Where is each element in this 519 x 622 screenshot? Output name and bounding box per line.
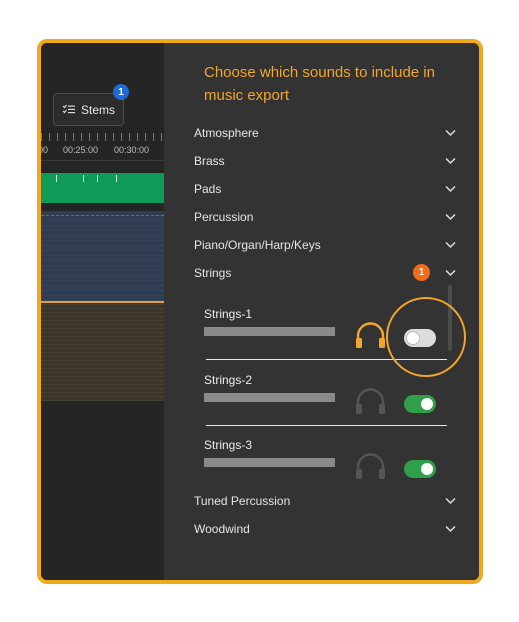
category-piano-organ-harp-keys[interactable]: Piano/Organ/Harp/Keys [194,235,456,255]
category-label: Atmosphere [194,126,259,140]
category-tuned-percussion[interactable]: Tuned Percussion [194,491,456,511]
category-label: Percussion [194,210,254,224]
stems-count-badge: 1 [113,84,129,100]
stem-name: Strings-2 [204,373,253,387]
stems-export-panel: Choose which sounds to include in music … [164,43,479,580]
toggle-knob [421,463,433,475]
category-count-badge: 1 [413,264,430,281]
timeline-ruler[interactable]: 00 00:25:00 00:30:00 [41,133,164,161]
category-label: Brass [194,154,225,168]
stems-button[interactable]: Stems [53,93,124,126]
category-label: Strings [194,266,232,280]
highlight-ring [386,297,466,377]
marker [116,175,117,182]
category-percussion[interactable]: Percussion [194,207,456,227]
headphones-icon[interactable] [354,452,387,480]
ruler-ticks [41,133,164,141]
chevron-down-icon [445,525,456,533]
stems-button-label: Stems [80,102,115,117]
track-guide-line [41,215,164,216]
list-check-icon [62,104,75,114]
toggle-knob [421,398,433,410]
chevron-down-icon [445,157,456,165]
category-atmosphere[interactable]: Atmosphere [194,123,456,143]
category-label: Woodwind [194,522,250,536]
track-region-orange[interactable] [41,301,164,401]
category-label: Piano/Organ/Harp/Keys [194,238,321,252]
chevron-down-icon [445,241,456,249]
stem-waveform-bar [204,393,335,402]
ruler-label: 00:30:00 [114,145,150,155]
chevron-down-icon [445,213,456,221]
ruler-label: 00:25:00 [63,145,99,155]
timeline-area: Stems 1 00 00:25:00 00:30:00 [41,43,164,580]
category-brass[interactable]: Brass [194,151,456,171]
ruler-label: 00 [38,145,49,155]
stem-name: Strings-1 [204,307,253,321]
panel-title: Choose which sounds to include in music … [204,64,435,104]
marker [83,175,84,182]
marker [56,175,57,182]
divider [206,425,447,426]
category-pads[interactable]: Pads [194,179,456,199]
track-region-green[interactable] [41,173,164,203]
stem-waveform-bar [204,327,335,336]
category-label: Pads [194,182,222,196]
stem-include-toggle[interactable] [404,395,436,413]
app-frame: Stems 1 00 00:25:00 00:30:00 Choose whic… [37,39,483,584]
chevron-down-icon [445,497,456,505]
track-region-blue[interactable] [41,211,164,301]
marker [97,175,98,182]
stem-waveform-bar [204,458,335,467]
category-strings[interactable]: Strings 1 [194,263,456,283]
chevron-down-icon [445,185,456,193]
chevron-down-icon [445,129,456,137]
headphones-icon[interactable] [354,321,387,349]
stem-name: Strings-3 [204,438,253,452]
category-woodwind[interactable]: Woodwind [194,519,456,539]
stem-include-toggle[interactable] [404,460,436,478]
chevron-down-icon [445,269,456,277]
category-label: Tuned Percussion [194,494,291,508]
headphones-icon[interactable] [354,387,387,415]
